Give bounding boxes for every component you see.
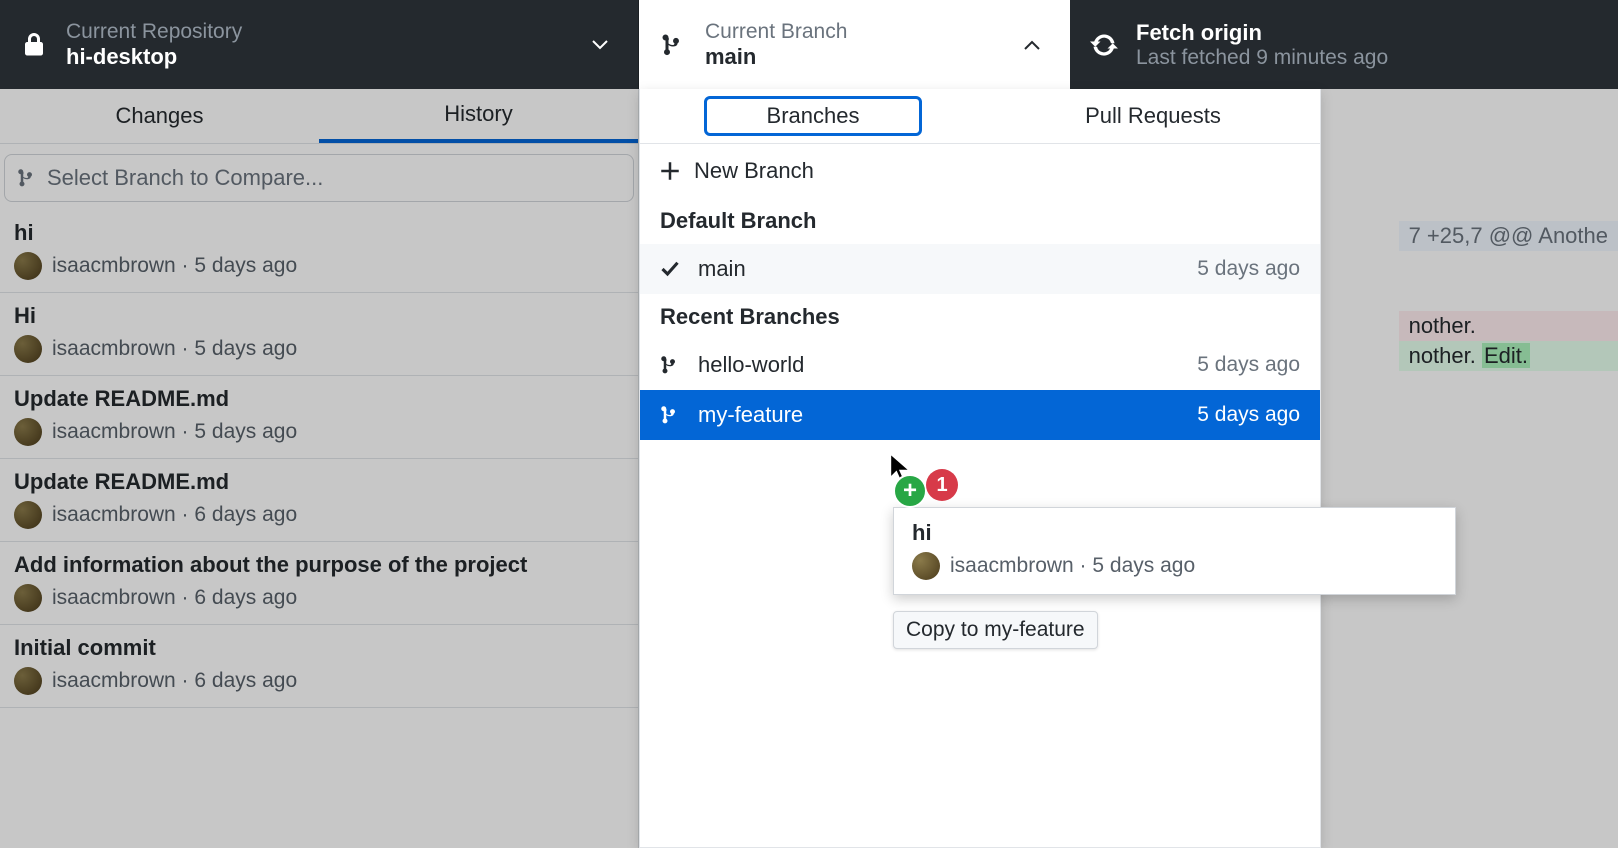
avatar: [14, 335, 42, 363]
avatar: [14, 667, 42, 695]
compare-branch-input[interactable]: Select Branch to Compare...: [4, 154, 634, 202]
fetch-button[interactable]: Fetch origin Last fetched 9 minutes ago: [1070, 0, 1618, 89]
sidebar-tabs: Changes History: [0, 89, 638, 144]
repo-selector[interactable]: Current Repository hi-desktop: [0, 0, 639, 89]
branch-row-hello-world[interactable]: hello-world 5 days ago: [640, 340, 1320, 390]
commit-item[interactable]: Hi isaacmbrown · 5 days ago: [0, 293, 638, 376]
fetch-label: Fetch origin: [1136, 20, 1388, 46]
branch-icon: [660, 353, 684, 377]
recent-branches-header: Recent Branches: [640, 294, 1320, 340]
plus-badge-icon: +: [893, 474, 927, 508]
branch-icon: [659, 31, 687, 59]
avatar: [912, 552, 940, 580]
drag-tooltip: Copy to my-feature: [893, 611, 1098, 649]
branch-name: main: [705, 44, 847, 70]
branch-dropdown: Branches Pull Requests New Branch Defaul…: [639, 89, 1321, 848]
compare-placeholder: Select Branch to Compare...: [47, 165, 323, 191]
tab-changes[interactable]: Changes: [0, 89, 319, 143]
fetch-status: Last fetched 9 minutes ago: [1136, 46, 1388, 70]
count-badge: 1: [926, 469, 958, 501]
lock-icon: [20, 31, 48, 59]
commit-item[interactable]: Update README.md isaacmbrown · 5 days ag…: [0, 376, 638, 459]
diff-snippet: 7 +25,7 @@ Anothe nother. nother. Edit.: [1399, 221, 1618, 371]
branch-selector[interactable]: Current Branch main: [639, 0, 1070, 89]
avatar: [14, 584, 42, 612]
default-branch-header: Default Branch: [640, 198, 1320, 244]
avatar: [14, 252, 42, 280]
commit-item[interactable]: Initial commit isaacmbrown · 6 days ago: [0, 625, 638, 708]
repo-name: hi-desktop: [66, 44, 242, 70]
repo-label: Current Repository: [66, 20, 242, 44]
drag-preview: hi isaacmbrown · 5 days ago: [893, 507, 1456, 595]
chevron-down-icon: [592, 40, 608, 50]
sync-icon: [1090, 31, 1118, 59]
commit-item[interactable]: hi isaacmbrown · 5 days ago: [0, 210, 638, 293]
dropdown-tab-branches[interactable]: Branches: [640, 89, 986, 143]
branch-icon: [17, 166, 37, 190]
check-icon: [660, 259, 684, 279]
app-header: Current Repository hi-desktop Current Br…: [0, 0, 1618, 89]
branch-icon: [660, 403, 684, 427]
commit-list: hi isaacmbrown · 5 days ago Hi isaacmbro…: [0, 210, 638, 708]
branch-label: Current Branch: [705, 20, 847, 44]
tab-history[interactable]: History: [319, 89, 638, 143]
new-branch-button[interactable]: New Branch: [640, 144, 1320, 198]
avatar: [14, 501, 42, 529]
commit-item[interactable]: Add information about the purpose of the…: [0, 542, 638, 625]
commit-item[interactable]: Update README.md isaacmbrown · 6 days ag…: [0, 459, 638, 542]
dropdown-tab-prs[interactable]: Pull Requests: [986, 89, 1320, 143]
chevron-up-icon: [1024, 40, 1040, 50]
branch-row-my-feature[interactable]: my-feature 5 days ago: [640, 390, 1320, 440]
branch-row-main[interactable]: main 5 days ago: [640, 244, 1320, 294]
sidebar: Changes History Select Branch to Compare…: [0, 89, 639, 848]
plus-icon: [660, 161, 680, 181]
avatar: [14, 418, 42, 446]
